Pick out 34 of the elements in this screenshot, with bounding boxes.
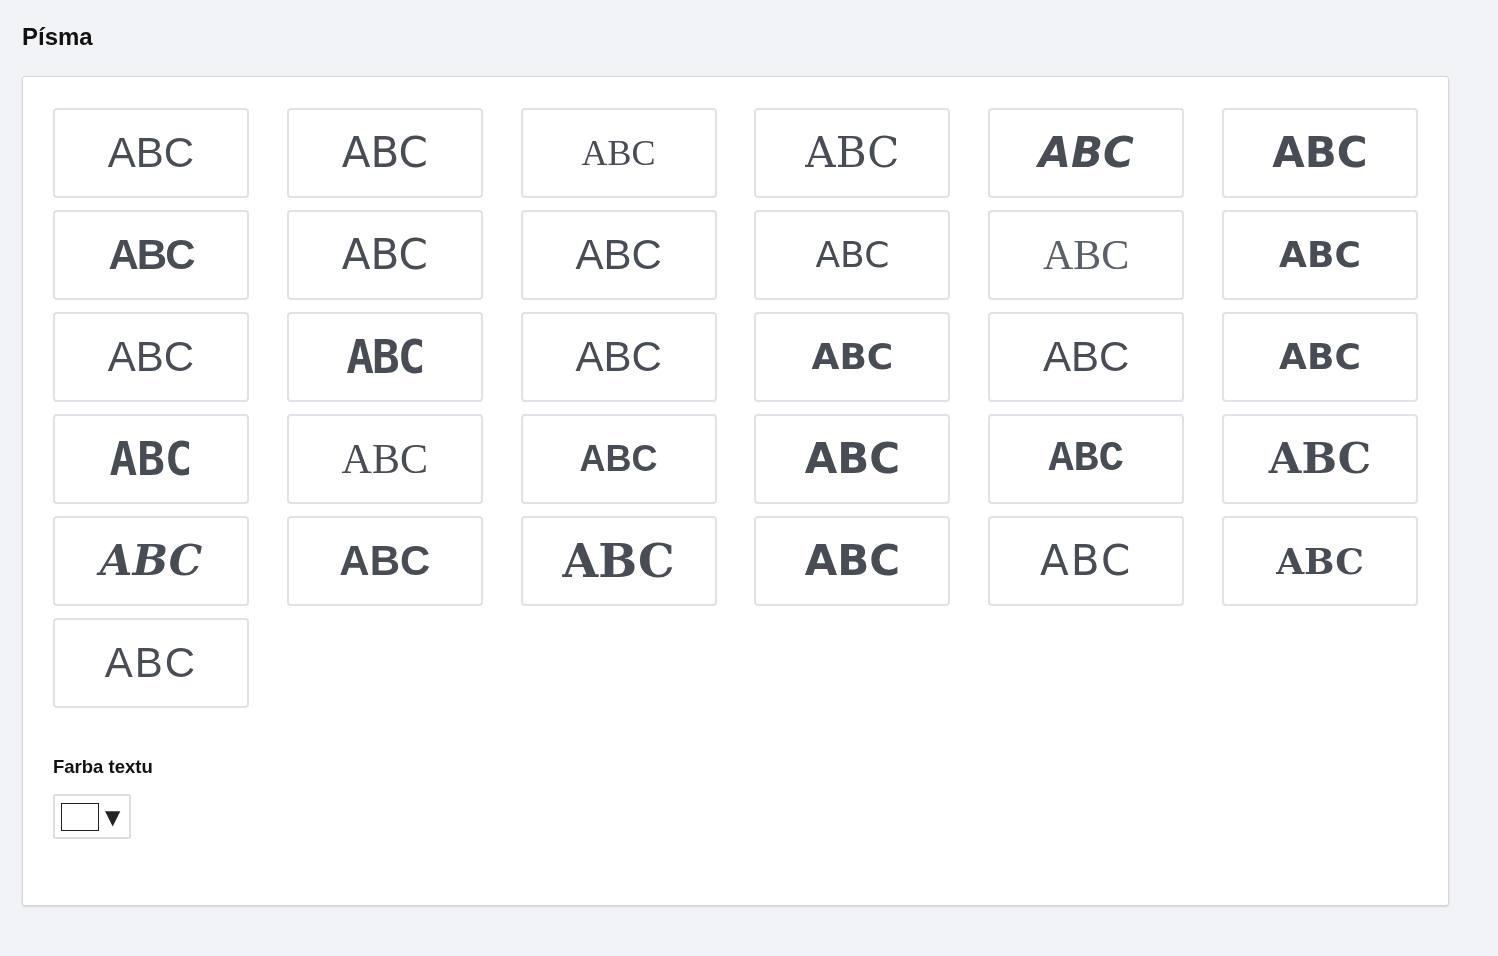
font-option[interactable]: ABC	[1222, 312, 1418, 402]
font-option[interactable]: ABC	[286, 312, 483, 402]
field-label: Farba textu	[53, 756, 154, 778]
font-option[interactable]: ABC	[754, 312, 951, 402]
font-option[interactable]: ABC	[754, 210, 951, 300]
font-option[interactable]: ABC	[53, 618, 249, 708]
font-option[interactable]: ABC	[1222, 210, 1418, 300]
font-option[interactable]: ABC	[520, 414, 717, 504]
font-option[interactable]: ABC	[53, 210, 249, 300]
font-option[interactable]: ABC	[988, 210, 1185, 300]
font-option[interactable]: ABC	[286, 108, 483, 198]
section-title: Písma	[22, 22, 94, 52]
font-option[interactable]: ABC	[286, 414, 483, 504]
font-option[interactable]: ABC	[754, 516, 951, 606]
font-option[interactable]: ABC	[53, 516, 249, 606]
font-option[interactable]: ABC	[286, 516, 483, 606]
font-option[interactable]: ABC	[1222, 516, 1418, 606]
font-option[interactable]: ABC	[520, 516, 717, 606]
font-option[interactable]: ABC	[988, 516, 1185, 606]
font-option[interactable]: ABC	[286, 210, 483, 300]
font-option[interactable]: ABC	[53, 108, 249, 198]
font-option[interactable]: ABC	[754, 414, 951, 504]
font-option[interactable]: ABC	[520, 210, 717, 300]
font-option[interactable]: ABC	[1222, 108, 1418, 198]
font-option[interactable]: ABC	[53, 312, 249, 402]
font-option[interactable]: ABC	[754, 108, 951, 198]
font-option[interactable]: ABC	[53, 414, 249, 504]
color-picker-button[interactable]: ▼	[53, 794, 131, 839]
font-option[interactable]: ABC	[520, 108, 717, 198]
font-option[interactable]: ABC	[988, 108, 1185, 198]
font-option[interactable]: ABC	[520, 312, 717, 402]
font-option[interactable]: ABC	[988, 312, 1185, 402]
font-option[interactable]: ABC	[1222, 414, 1418, 504]
font-option[interactable]: ABC	[988, 414, 1185, 504]
